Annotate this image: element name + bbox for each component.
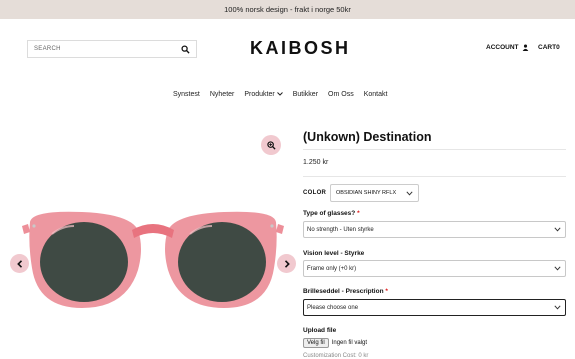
chevron-down-icon bbox=[554, 227, 561, 232]
chevron-down-icon bbox=[554, 266, 561, 271]
color-value: OBSIDIAN SHINY RFLX bbox=[336, 190, 397, 196]
nav-item-butikker[interactable]: Butikker bbox=[293, 89, 318, 99]
product-price: 1.250 kr bbox=[303, 159, 329, 166]
logo-text: KAIBOSH bbox=[250, 38, 351, 58]
vision-select[interactable]: Frame only (+0 kr) bbox=[303, 260, 566, 277]
required-mark: * bbox=[357, 210, 360, 217]
chevron-down-icon bbox=[276, 92, 283, 96]
chevron-right-icon bbox=[284, 259, 290, 268]
required-mark: * bbox=[385, 288, 388, 295]
chevron-down-icon bbox=[406, 190, 413, 196]
choose-file-button[interactable]: Velg fil bbox=[303, 338, 329, 348]
cart-link[interactable]: CART0 bbox=[538, 44, 560, 51]
chevron-down-icon bbox=[554, 305, 561, 310]
announcement-bar: 100% norsk design - frakt i norge 50kr bbox=[0, 0, 575, 19]
prescription-value: Please choose one bbox=[307, 304, 359, 311]
color-select[interactable]: OBSIDIAN SHINY RFLX bbox=[330, 184, 419, 202]
title-divider bbox=[303, 149, 566, 150]
vision-label-text: Vision level - Styrke bbox=[303, 250, 365, 257]
vision-value: Frame only (+0 kr) bbox=[307, 265, 357, 272]
account-link[interactable]: ACCOUNT bbox=[486, 44, 529, 51]
price-divider bbox=[303, 176, 566, 177]
search-input[interactable]: SEARCH bbox=[27, 40, 197, 58]
brand-logo[interactable]: KAIBOSH bbox=[250, 37, 348, 59]
nav-item-nyheter[interactable]: Nyheter bbox=[210, 89, 235, 99]
nav-label: Produkter bbox=[244, 90, 275, 98]
type-value: No strength - Uten styrke bbox=[307, 226, 374, 233]
nav-label: Om Oss bbox=[328, 90, 354, 98]
upload-label: Upload file bbox=[303, 327, 337, 334]
nav-label: Nyheter bbox=[209, 90, 235, 98]
nav-item-kontakt[interactable]: Kontakt bbox=[364, 89, 388, 99]
search-icon[interactable] bbox=[181, 44, 190, 54]
previous-image-button[interactable] bbox=[10, 254, 29, 273]
cart-label: CART bbox=[538, 44, 557, 51]
file-status: Ingen fil valgt bbox=[331, 340, 368, 346]
main-nav: Synstest Nyheter Produkter Butikker Om O… bbox=[173, 89, 387, 99]
nav-label: Kontakt bbox=[363, 90, 388, 98]
type-label-text: Type of glasses? bbox=[303, 210, 356, 217]
type-select[interactable]: No strength - Uten styrke bbox=[303, 221, 566, 238]
zoom-in-icon bbox=[266, 140, 276, 150]
announcement-text: 100% norsk design - frakt i norge 50kr bbox=[224, 5, 351, 14]
chevron-left-icon bbox=[16, 259, 22, 268]
prescription-label-text: Brilleseddel - Prescription bbox=[303, 288, 384, 295]
type-label: Type of glasses? * bbox=[303, 210, 360, 217]
prescription-select[interactable]: Please choose one bbox=[303, 299, 566, 316]
product-image bbox=[22, 211, 284, 308]
product-title: (Unkown) Destination bbox=[303, 130, 432, 144]
nav-label: Butikker bbox=[292, 90, 319, 98]
user-icon bbox=[522, 44, 528, 51]
nav-label: Synstest bbox=[173, 90, 200, 98]
account-label: ACCOUNT bbox=[486, 44, 519, 51]
customization-cost: Customization Cost: 0 kr bbox=[303, 353, 369, 359]
vision-label: Vision level - Styrke bbox=[303, 250, 364, 257]
search-placeholder: SEARCH bbox=[34, 46, 61, 52]
next-image-button[interactable] bbox=[277, 254, 296, 273]
cart-count: 0 bbox=[556, 44, 560, 51]
color-label: COLOR bbox=[303, 190, 327, 196]
nav-item-produkter[interactable]: Produkter bbox=[244, 89, 283, 99]
nav-item-synstest[interactable]: Synstest bbox=[173, 89, 200, 99]
zoom-button[interactable] bbox=[261, 135, 281, 155]
nav-item-om-oss[interactable]: Om Oss bbox=[328, 89, 354, 99]
file-upload: Velg fil Ingen fil valgt bbox=[303, 338, 367, 348]
prescription-label: Brilleseddel - Prescription * bbox=[303, 288, 388, 295]
